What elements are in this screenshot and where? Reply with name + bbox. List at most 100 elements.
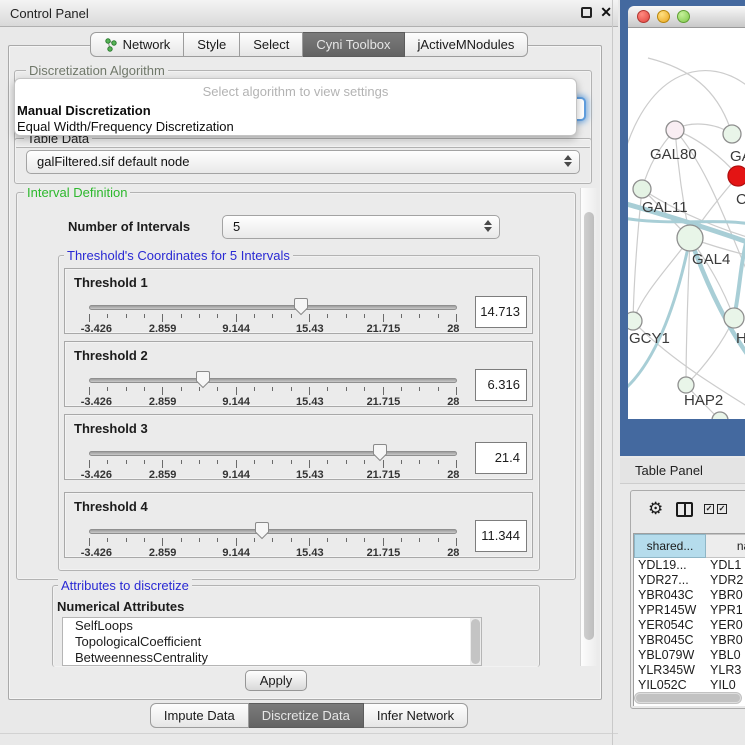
minimize-traffic-light-icon[interactable] (657, 10, 670, 23)
scrollbar-thumb[interactable] (584, 212, 594, 640)
tab-infer-network[interactable]: Infer Network (364, 703, 468, 728)
numerical-attributes-list[interactable]: SelfLoops TopologicalCoefficient Between… (62, 617, 482, 666)
number-of-intervals-combobox[interactable]: 5 (222, 215, 500, 239)
list-item-selfloops[interactable]: SelfLoops (63, 618, 481, 634)
control-panel-titlebar: Control Panel ✕ (0, 0, 618, 27)
slider-ticks (89, 538, 457, 546)
threshold-2-panel: Threshold 2 -3.426 2.859 9.144 15.43 21.… (64, 341, 533, 407)
slider-track[interactable] (89, 305, 457, 310)
table-row[interactable]: YIL052CYIL0 (634, 678, 745, 693)
tab-select-label: Select (253, 33, 289, 56)
select-columns-icons[interactable]: ✓ ✓ (704, 504, 727, 514)
float-window-icon[interactable] (581, 7, 592, 18)
threshold-2-value-field[interactable]: 6.316 (475, 369, 527, 401)
threshold-3-value-field[interactable]: 21.4 (475, 442, 527, 474)
slider-ticks (89, 460, 457, 468)
slider-thumb[interactable] (195, 370, 211, 389)
control-panel-tabs: Network Style Select Cyni Toolbox jActiv… (0, 32, 618, 57)
list-item-topologicalcoefficient[interactable]: TopologicalCoefficient (63, 634, 481, 650)
slider-scale: -3.426 2.859 9.144 15.43 21.715 28 (89, 323, 457, 335)
tab-style-label: Style (197, 33, 226, 56)
table-row[interactable]: YBR043CYBR0 (634, 588, 745, 603)
threshold-2-slider[interactable]: -3.426 2.859 9.144 15.43 21.715 28 (89, 342, 457, 408)
close-icon[interactable]: ✕ (600, 4, 612, 21)
attributes-group-label: Attributes to discretize (58, 578, 192, 593)
network-window[interactable]: GAL80 GA C GAL11 GAL4 GCY1 H HAP2 (620, 0, 745, 456)
tab-cyni-toolbox[interactable]: Cyni Toolbox (303, 32, 404, 57)
combo-arrows-icon (564, 155, 572, 167)
table-row[interactable]: YPR145WYPR1 (634, 603, 745, 618)
interval-definition-group-label: Interval Definition (24, 185, 130, 200)
table-data-combobox-value: galFiltered.sif default node (37, 154, 189, 169)
threshold-4-value-field[interactable]: 11.344 (475, 520, 527, 552)
tab-select[interactable]: Select (240, 32, 303, 57)
threshold-3-slider[interactable]: -3.426 2.859 9.144 15.43 21.715 28 (89, 415, 457, 481)
node-label-gal4: GAL4 (692, 251, 730, 268)
algorithm-dropdown-popup: Select algorithm to view settings Manual… (14, 78, 577, 136)
threshold-4-panel: Threshold 4 -3.426 2.859 9.144 15.43 21.… (64, 492, 533, 558)
column-header-shared-name[interactable]: shared... (634, 534, 706, 558)
table-panel-titlebar: Table Panel (620, 458, 745, 484)
network-canvas[interactable]: GAL80 GA C GAL11 GAL4 GCY1 H HAP2 (628, 28, 745, 419)
slider-thumb[interactable] (293, 297, 309, 316)
table-row[interactable]: YDR27...YDR2 (634, 573, 745, 588)
control-panel-title: Control Panel (10, 6, 89, 21)
gear-icon[interactable]: ⚙ (648, 499, 663, 519)
apply-button[interactable]: Apply (245, 670, 307, 691)
slider-scale: -3.426 2.859 9.144 15.43 21.715 28 (89, 396, 457, 408)
tab-impute-data[interactable]: Impute Data (150, 703, 249, 728)
node-table: shared... na YDL19...YDL1 YDR27...YDR2 Y… (633, 533, 745, 706)
tab-discretize-data[interactable]: Discretize Data (249, 703, 364, 728)
node-partial-bottom (712, 412, 728, 419)
slider-track[interactable] (89, 451, 457, 456)
tab-style[interactable]: Style (184, 32, 240, 57)
table-row[interactable]: YDL19...YDL1 (634, 558, 745, 573)
settings-vertical-scrollbar[interactable] (580, 188, 597, 666)
table-row[interactable]: YBL079WYBL0 (634, 648, 745, 663)
threshold-1-value-field[interactable]: 14.713 (475, 296, 527, 328)
tab-impute-data-label: Impute Data (164, 704, 235, 727)
scrollbar-thumb[interactable] (636, 694, 740, 702)
checkbox-icon[interactable]: ✓ (704, 504, 714, 514)
panel-splitter[interactable] (612, 0, 613, 745)
node-label-partial-top: GA (730, 148, 745, 165)
divider (0, 733, 618, 734)
node-hap2 (678, 377, 694, 393)
tab-infer-network-label: Infer Network (377, 704, 454, 727)
close-traffic-light-icon[interactable] (637, 10, 650, 23)
zoom-traffic-light-icon[interactable] (677, 10, 690, 23)
threshold-4-slider[interactable]: -3.426 2.859 9.144 15.43 21.715 28 (89, 493, 457, 559)
network-graph: GAL80 GA C GAL11 GAL4 GCY1 H HAP2 (628, 28, 745, 419)
tab-network[interactable]: Network (90, 32, 185, 57)
network-window-titlebar[interactable] (628, 6, 745, 28)
column-header-name[interactable]: na (706, 534, 745, 558)
threshold-1-panel: Threshold 1 -3.426 2.859 9.144 15.43 21.… (64, 268, 533, 334)
node-label-partial-red: C (736, 191, 745, 208)
table-data-combobox[interactable]: galFiltered.sif default node (26, 150, 580, 174)
table-row[interactable]: YBR045CYBR0 (634, 633, 745, 648)
threshold-1-slider[interactable]: -3.426 2.859 9.144 15.43 21.715 28 (89, 269, 457, 335)
popup-item-equal-width-frequency[interactable]: Equal Width/Frequency Discretization (17, 119, 234, 134)
tab-jactivemnodules[interactable]: jActiveMNodules (405, 32, 529, 57)
tab-network-label: Network (123, 33, 171, 56)
threshold-3-panel: Threshold 3 -3.426 2.859 9.144 15.43 21.… (64, 414, 533, 480)
node-label-partial-right: H (736, 330, 745, 347)
checkbox-icon[interactable]: ✓ (717, 504, 727, 514)
node-gcy1 (628, 312, 642, 330)
thresholds-coordinates-group-label: Threshold's Coordinates for 5 Intervals (64, 248, 293, 263)
slider-track[interactable] (89, 529, 457, 534)
cyni-mode-tabs: Impute Data Discretize Data Infer Networ… (0, 703, 618, 728)
table-horizontal-scrollbar[interactable] (634, 692, 742, 704)
slider-track[interactable] (89, 378, 457, 383)
popup-item-manual-discretization[interactable]: Manual Discretization (17, 103, 151, 118)
scrollbar-thumb[interactable] (471, 619, 480, 664)
slider-thumb[interactable] (372, 443, 388, 462)
list-item-betweennesscentrality[interactable]: BetweennessCentrality (63, 650, 481, 666)
table-row[interactable]: YLR345WYLR3 (634, 663, 745, 678)
table-row[interactable]: YER054CYER0 (634, 618, 745, 633)
columns-icon[interactable] (676, 502, 693, 517)
combo-arrows-icon (484, 220, 492, 232)
slider-thumb[interactable] (254, 521, 270, 540)
attributes-list-scrollbar[interactable] (470, 618, 481, 665)
tab-jactivemnodules-label: jActiveMNodules (418, 33, 515, 56)
